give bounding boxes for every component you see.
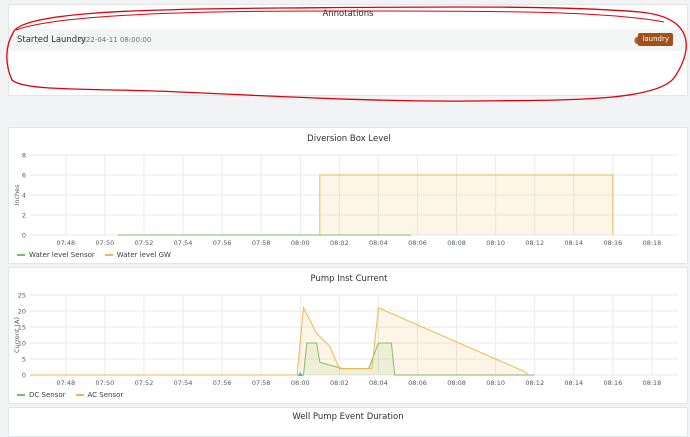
legend-label: Water level GW xyxy=(116,251,171,259)
legend-label: AC Sensor xyxy=(87,391,124,399)
panel-title: Annotations xyxy=(322,9,374,19)
x-tick-label: 08:06 xyxy=(408,239,427,247)
x-tick-label: 07:56 xyxy=(213,239,232,247)
x-tick-label: 08:10 xyxy=(486,239,505,247)
legend-swatch xyxy=(104,254,113,256)
x-tick-label: 08:12 xyxy=(525,239,544,247)
x-tick-label: 08:08 xyxy=(447,379,466,387)
x-tick-label: 08:18 xyxy=(643,239,662,247)
legend-swatch xyxy=(17,394,25,396)
x-tick-label: 08:04 xyxy=(369,239,388,247)
x-tick-label: 08:02 xyxy=(330,239,349,247)
legend-item[interactable]: DC Sensor xyxy=(17,391,66,399)
x-tick-label: 07:50 xyxy=(96,379,115,387)
x-tick-label: 08:16 xyxy=(604,379,623,387)
x-tick-label: 08:12 xyxy=(525,379,544,387)
x-tick-label: 07:50 xyxy=(96,239,115,247)
chart-title: Pump Inst Current xyxy=(310,274,388,284)
legend-swatch xyxy=(75,394,84,396)
x-tick-label: 08:14 xyxy=(564,239,583,247)
y-tick-label: 20 xyxy=(18,308,26,316)
x-tick-label: 08:10 xyxy=(486,379,505,387)
y-tick-label: 0 xyxy=(22,232,26,240)
diversion-box-level-panel: Diversion Box Level Inches 0 2 4 6 8 07:48 07:50… xyxy=(8,127,688,264)
x-tick-label: 08:08 xyxy=(447,239,466,247)
x-tick-label: 08:04 xyxy=(369,379,388,387)
well-pump-event-duration-panel: Well Pump Event Duration xyxy=(8,407,688,437)
x-tick-label: 08:00 xyxy=(291,239,310,247)
legend-swatch xyxy=(17,254,25,256)
legend-item[interactable]: AC Sensor xyxy=(75,391,124,399)
annotation-tag[interactable]: laundry xyxy=(638,33,673,46)
chart-legend: Water level Sensor Water level GW xyxy=(17,251,171,259)
x-tick-label: 07:58 xyxy=(252,379,271,387)
x-tick-label: 07:52 xyxy=(135,379,154,387)
y-axis-label: Current (A) xyxy=(13,317,21,353)
y-axis-label: Inches xyxy=(13,184,21,206)
annotation-item[interactable]: Started Laundry 2022-04-11 08:00:00 laun… xyxy=(9,29,687,51)
x-tick-label: 08:06 xyxy=(408,379,427,387)
annotation-time: 2022-04-11 08:00:00 xyxy=(77,36,152,44)
x-tick-label: 08:02 xyxy=(330,379,349,387)
x-tick-label: 08:18 xyxy=(643,379,662,387)
x-tick-label: 07:56 xyxy=(213,379,232,387)
annotations-panel: Annotations Started Laundry 2022-04-11 0… xyxy=(8,4,688,96)
legend-item[interactable]: Water level Sensor xyxy=(17,251,95,259)
y-tick-label: 15 xyxy=(18,324,26,332)
x-tick-label: 07:54 xyxy=(174,379,193,387)
x-tick-label: 07:52 xyxy=(135,239,154,247)
x-tick-label: 07:48 xyxy=(56,379,75,387)
panel-title: Well Pump Event Duration xyxy=(292,412,404,422)
y-tick-label: 25 xyxy=(18,292,26,300)
pump-inst-current-chart: Pump Inst Current Current (A) 0 5 10 15 20 25 07… xyxy=(13,274,678,387)
legend-label: Water level Sensor xyxy=(29,251,95,259)
y-tick-label: 0 xyxy=(22,372,26,380)
x-tick-label: 08:14 xyxy=(564,379,583,387)
y-tick-label: 6 xyxy=(22,172,26,180)
x-tick-label: 08:16 xyxy=(604,239,623,247)
chart-legend: DC Sensor AC Sensor xyxy=(17,391,123,399)
y-tick-label: 4 xyxy=(22,192,26,200)
pump-inst-current-panel: Pump Inst Current Current (A) 0 5 10 15 20 25 07… xyxy=(8,267,688,404)
legend-item[interactable]: Water level GW xyxy=(104,251,171,259)
legend-label: DC Sensor xyxy=(29,391,66,399)
y-tick-label: 8 xyxy=(22,152,26,160)
annotation-title: Started Laundry xyxy=(17,35,86,45)
x-tick-label: 07:58 xyxy=(252,239,271,247)
x-tick-label: 08:00 xyxy=(291,379,310,387)
series-area xyxy=(319,175,613,235)
y-tick-label: 5 xyxy=(22,356,26,364)
diversion-box-level-chart: Diversion Box Level Inches 0 2 4 6 8 07:48 07:50… xyxy=(13,134,678,247)
chart-title: Diversion Box Level xyxy=(307,134,391,144)
x-tick-label: 07:48 xyxy=(56,239,75,247)
x-tick-label: 07:54 xyxy=(174,239,193,247)
y-tick-label: 2 xyxy=(22,212,26,220)
y-tick-label: 10 xyxy=(18,340,26,348)
